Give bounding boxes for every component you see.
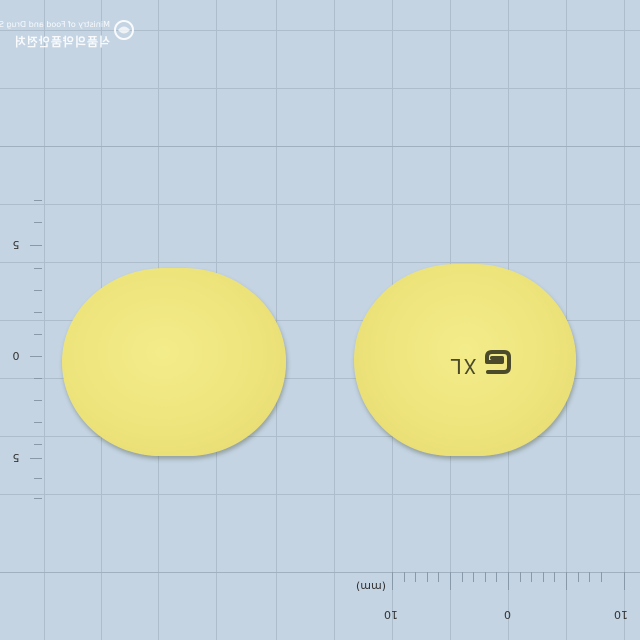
ruler-tick [554, 572, 555, 582]
ruler-tick [566, 572, 567, 590]
ruler-tick [496, 572, 497, 582]
ruler-tick [392, 572, 393, 590]
ruler-label: 10 [614, 608, 628, 621]
ruler-tick [34, 444, 42, 445]
ruler-tick [30, 245, 42, 246]
ministry-logo-icon [114, 20, 134, 40]
grid-line [0, 146, 640, 147]
ruler-tick [34, 400, 42, 401]
horizontal-ruler: (mm) 10 0 10 [334, 572, 640, 640]
ruler-tick [543, 572, 544, 582]
ruler-tick [473, 572, 474, 582]
ruler-label: 5 [12, 451, 20, 464]
ruler-label: 10 [384, 608, 398, 621]
ruler-tick [34, 422, 42, 423]
ruler-label: 5 [12, 238, 20, 251]
ministry-watermark: Ministry of Food and Drug Safety 식품의약품안전… [0, 18, 134, 54]
imprint-text: XL [448, 354, 477, 378]
ruler-tick [30, 356, 42, 357]
ruler-tick [578, 572, 579, 582]
ruler-unit-label: (mm) [356, 580, 387, 593]
watermark-org-korean: 식품의약품안전처 [13, 35, 110, 49]
imprint-logo-icon [485, 350, 511, 374]
ruler-tick [34, 268, 42, 269]
tablet-imprint: XL [442, 344, 522, 388]
ruler-tick [34, 498, 42, 499]
ruler-tick [34, 222, 42, 223]
ruler-tick [34, 334, 42, 335]
grid-line [0, 494, 640, 495]
ruler-tick [520, 572, 521, 582]
ruler-tick [589, 572, 590, 582]
ruler-tick [34, 478, 42, 479]
ruler-tick [34, 290, 42, 291]
ruler-tick [34, 200, 42, 201]
grid-line [0, 262, 640, 263]
grid-line [0, 88, 640, 89]
ruler-tick [485, 572, 486, 582]
ruler-label: 0 [504, 608, 511, 621]
ruler-tick [404, 572, 405, 582]
tablet-back [62, 268, 286, 456]
ruler-tick [601, 572, 602, 582]
ruler-tick [30, 458, 42, 459]
ruler-tick [34, 312, 42, 313]
ruler-tick [450, 572, 451, 590]
grid-line [0, 204, 640, 205]
ruler-tick [624, 572, 625, 590]
ruler-tick [508, 572, 509, 590]
ruler-tick [34, 378, 42, 379]
ruler-label: 0 [12, 349, 20, 362]
ruler-tick [531, 572, 532, 582]
ruler-tick [415, 572, 416, 582]
watermark-org-english: Ministry of Food and Drug Safety [0, 20, 110, 29]
photo-canvas: Ministry of Food and Drug Safety 식품의약품안전… [0, 0, 640, 640]
ruler-tick [438, 572, 439, 582]
ruler-tick [427, 572, 428, 582]
grid-line [0, 436, 640, 437]
ruler-tick [462, 572, 463, 582]
